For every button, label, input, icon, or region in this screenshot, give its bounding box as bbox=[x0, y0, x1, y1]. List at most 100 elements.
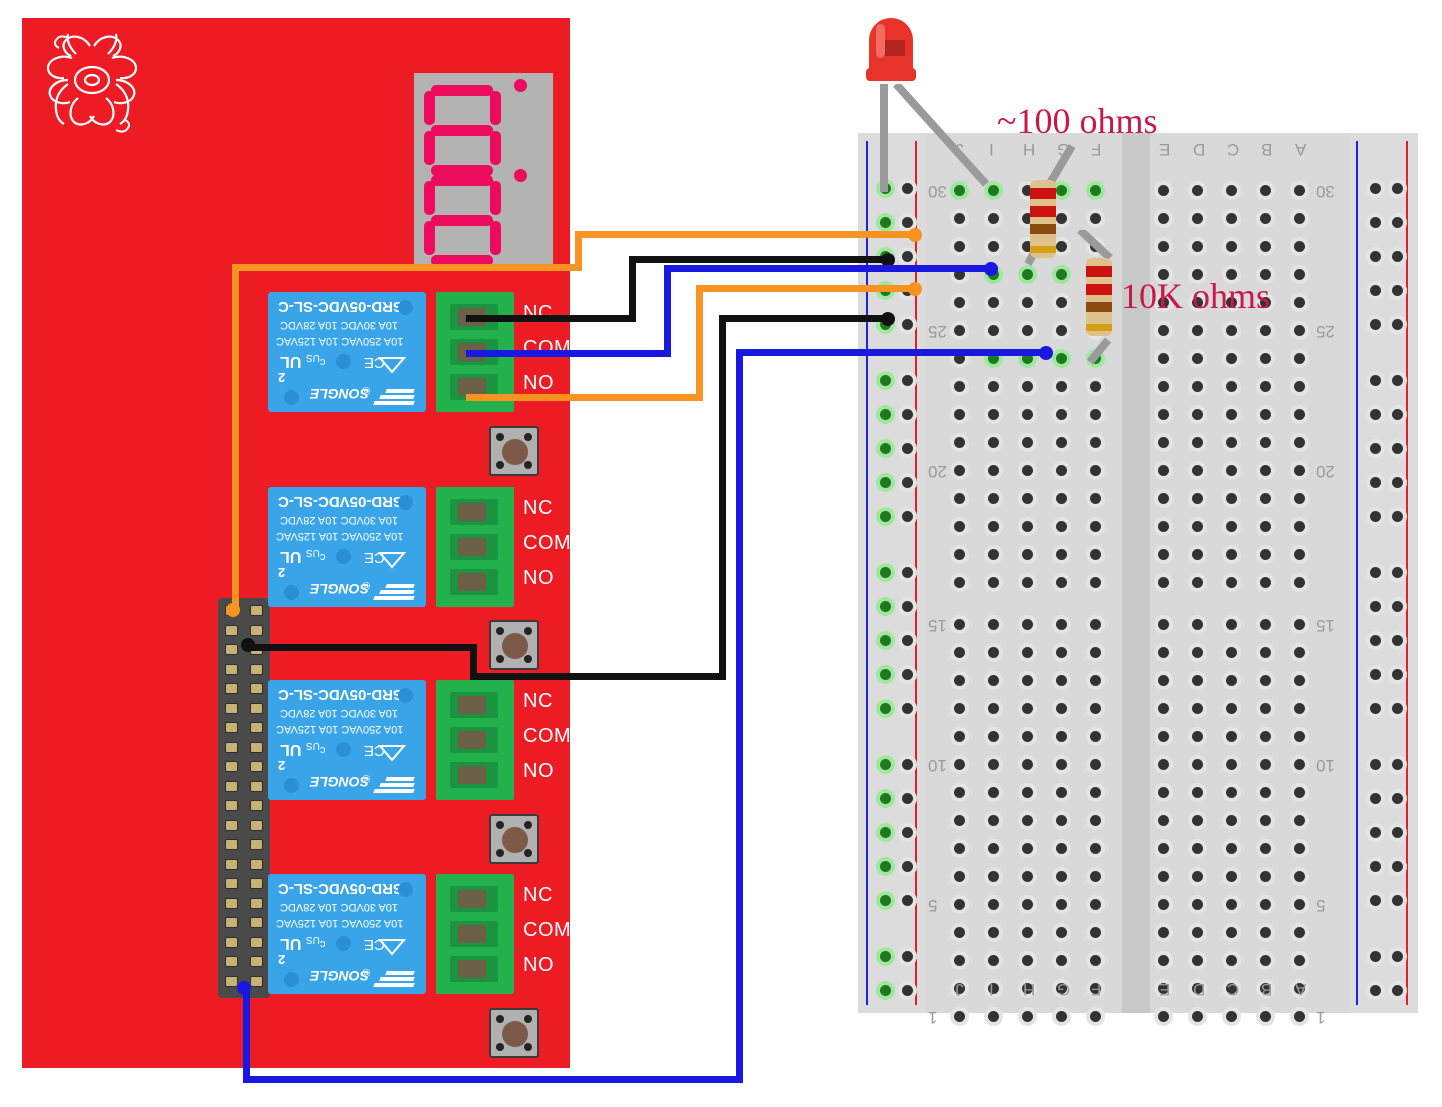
breadboard-hole[interactable] bbox=[1260, 675, 1271, 686]
rail-hole-negative[interactable] bbox=[1370, 759, 1381, 770]
breadboard-hole[interactable] bbox=[1090, 549, 1101, 560]
gpio-pin[interactable] bbox=[250, 819, 263, 831]
breadboard-hole[interactable] bbox=[988, 927, 999, 938]
push-button-1[interactable] bbox=[489, 426, 539, 476]
gpio-pin[interactable] bbox=[250, 780, 263, 792]
breadboard-hole[interactable] bbox=[1090, 437, 1101, 448]
gpio-pin[interactable] bbox=[250, 741, 263, 753]
breadboard-hole[interactable] bbox=[1192, 185, 1203, 196]
rail-hole-positive[interactable] bbox=[1392, 635, 1403, 646]
rail-hole-positive[interactable] bbox=[902, 251, 913, 262]
gpio-pin[interactable] bbox=[225, 644, 238, 655]
rail-hole-negative[interactable] bbox=[1370, 319, 1381, 330]
rail-hole-positive[interactable] bbox=[902, 443, 913, 454]
breadboard-hole[interactable] bbox=[1022, 703, 1033, 714]
breadboard-hole[interactable] bbox=[1260, 787, 1271, 798]
breadboard-hole[interactable] bbox=[954, 381, 965, 392]
breadboard-hole[interactable] bbox=[954, 213, 965, 224]
breadboard-hole[interactable] bbox=[1090, 577, 1101, 588]
breadboard-hole[interactable] bbox=[988, 325, 999, 336]
breadboard-hole[interactable] bbox=[1090, 675, 1101, 686]
rail-hole-negative[interactable] bbox=[1370, 601, 1381, 612]
breadboard-hole[interactable] bbox=[1226, 955, 1237, 966]
breadboard-hole[interactable] bbox=[1022, 955, 1033, 966]
breadboard-hole[interactable] bbox=[1090, 815, 1101, 826]
breadboard-hole[interactable] bbox=[1226, 493, 1237, 504]
rail-hole-positive[interactable] bbox=[902, 861, 913, 872]
gpio-pin[interactable] bbox=[225, 917, 238, 928]
breadboard-hole[interactable] bbox=[1260, 577, 1271, 588]
breadboard-hole[interactable] bbox=[1226, 647, 1237, 658]
breadboard-hole[interactable] bbox=[1056, 549, 1067, 560]
gpio-pin[interactable] bbox=[225, 800, 238, 811]
breadboard-hole[interactable] bbox=[1158, 955, 1169, 966]
breadboard-hole[interactable] bbox=[1294, 325, 1305, 336]
breadboard-hole[interactable] bbox=[988, 409, 999, 420]
breadboard-hole[interactable] bbox=[1056, 577, 1067, 588]
breadboard-hole[interactable] bbox=[1260, 703, 1271, 714]
breadboard-hole[interactable] bbox=[1294, 437, 1305, 448]
rail-hole-negative[interactable] bbox=[1370, 567, 1381, 578]
breadboard-hole[interactable] bbox=[1226, 843, 1237, 854]
breadboard-hole[interactable] bbox=[1294, 703, 1305, 714]
breadboard-hole[interactable] bbox=[988, 213, 999, 224]
breadboard-hole[interactable] bbox=[1260, 493, 1271, 504]
breadboard-hole[interactable] bbox=[1056, 381, 1067, 392]
breadboard-hole[interactable] bbox=[1056, 731, 1067, 742]
breadboard-hole[interactable] bbox=[1226, 619, 1237, 630]
breadboard-hole[interactable] bbox=[1226, 465, 1237, 476]
breadboard-hole[interactable] bbox=[954, 899, 965, 910]
gpio-pin[interactable] bbox=[250, 839, 263, 850]
breadboard-hole[interactable] bbox=[1294, 241, 1305, 252]
breadboard-hole[interactable] bbox=[1192, 759, 1203, 770]
breadboard-hole[interactable] bbox=[1294, 521, 1305, 532]
breadboard-hole[interactable] bbox=[1022, 493, 1033, 504]
breadboard-hole[interactable] bbox=[1090, 619, 1101, 630]
rail-hole-negative[interactable] bbox=[880, 985, 891, 996]
rail-hole-negative[interactable] bbox=[1370, 827, 1381, 838]
breadboard-hole[interactable] bbox=[954, 843, 965, 854]
breadboard-hole[interactable] bbox=[1056, 409, 1067, 420]
gpio-pin[interactable] bbox=[250, 702, 263, 714]
gpio-pin[interactable] bbox=[250, 722, 263, 733]
breadboard-hole[interactable] bbox=[988, 241, 999, 252]
breadboard-hole[interactable] bbox=[1192, 647, 1203, 658]
breadboard-hole[interactable] bbox=[1022, 619, 1033, 630]
breadboard-hole[interactable] bbox=[1226, 675, 1237, 686]
breadboard-hole[interactable] bbox=[1260, 927, 1271, 938]
rail-hole-negative[interactable] bbox=[1370, 635, 1381, 646]
breadboard-hole[interactable] bbox=[1158, 437, 1169, 448]
breadboard-hole[interactable] bbox=[1022, 927, 1033, 938]
breadboard-hole[interactable] bbox=[1158, 521, 1169, 532]
rail-hole-negative[interactable] bbox=[1370, 409, 1381, 420]
rail-hole-positive[interactable] bbox=[902, 895, 913, 906]
rail-hole-positive[interactable] bbox=[902, 669, 913, 680]
breadboard-hole[interactable] bbox=[1294, 549, 1305, 560]
breadboard-hole[interactable] bbox=[1294, 927, 1305, 938]
gpio-pin[interactable] bbox=[225, 761, 238, 772]
breadboard-hole[interactable] bbox=[1158, 185, 1169, 196]
breadboard-hole[interactable] bbox=[954, 297, 965, 308]
rail-hole-positive[interactable] bbox=[1392, 477, 1403, 488]
breadboard-hole[interactable] bbox=[1294, 213, 1305, 224]
breadboard-hole[interactable] bbox=[1192, 927, 1203, 938]
gpio-pin[interactable] bbox=[225, 663, 238, 675]
breadboard-hole[interactable] bbox=[1294, 731, 1305, 742]
gpio-pin[interactable] bbox=[225, 780, 238, 792]
rail-hole-negative[interactable] bbox=[880, 827, 891, 838]
breadboard-hole[interactable] bbox=[1192, 955, 1203, 966]
breadboard-hole[interactable] bbox=[1192, 843, 1203, 854]
breadboard-hole[interactable] bbox=[1260, 437, 1271, 448]
breadboard-hole[interactable] bbox=[1158, 731, 1169, 742]
push-button-3[interactable] bbox=[489, 814, 539, 864]
breadboard-hole[interactable] bbox=[1158, 619, 1169, 630]
breadboard-hole[interactable] bbox=[1226, 759, 1237, 770]
rail-hole-negative[interactable] bbox=[1370, 951, 1381, 962]
rail-hole-negative[interactable] bbox=[880, 567, 891, 578]
breadboard-hole[interactable] bbox=[1022, 731, 1033, 742]
breadboard-hole[interactable] bbox=[1022, 325, 1033, 336]
gpio-pin[interactable] bbox=[225, 858, 238, 870]
breadboard-hole[interactable] bbox=[1294, 815, 1305, 826]
breadboard-hole[interactable] bbox=[1226, 213, 1237, 224]
rail-hole-positive[interactable] bbox=[1392, 951, 1403, 962]
